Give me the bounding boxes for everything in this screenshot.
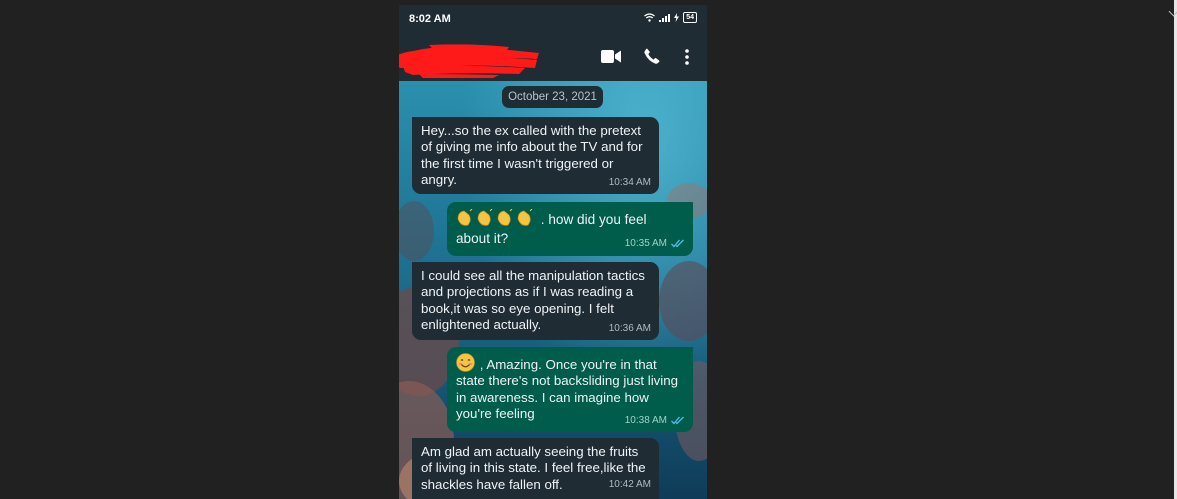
message-meta: 10:38 AM — [625, 413, 685, 429]
message-time: 10:38 AM — [624, 414, 667, 426]
contact-name-redaction — [399, 44, 539, 78]
video-call-icon[interactable] — [601, 50, 621, 63]
message-bubble-outgoing[interactable]: . how did you feel about it? 10:35 AM — [447, 202, 693, 256]
phone-call-icon[interactable] — [644, 48, 660, 64]
battery-icon: 54 — [683, 12, 697, 23]
status-icons: 54 — [644, 12, 697, 23]
clapping-hands-icon — [456, 209, 541, 227]
signal-icon — [659, 13, 671, 22]
message-time: 10:35 AM — [624, 238, 667, 249]
smiling-face-icon — [456, 353, 480, 372]
status-bar: 8:02 AM 54 — [399, 5, 707, 33]
message-meta: 10:42 AM — [609, 477, 651, 493]
wifi-icon — [644, 13, 656, 22]
message-time: 10:36 AM — [608, 322, 651, 334]
message-bubble-incoming[interactable]: Am glad am actually seeing the fruits of… — [412, 438, 659, 499]
message-bubble-incoming[interactable]: Hey...so the ex called with the pretext … — [412, 117, 659, 194]
status-time: 8:02 AM — [409, 13, 451, 25]
message-text: , Amazing. Once you're in that state the… — [456, 357, 679, 421]
message-bubble-incoming[interactable]: I could see all the manipulation tactics… — [412, 262, 659, 340]
message-meta: 10:35 AM — [625, 234, 685, 253]
date-chip: October 23, 2021 — [502, 86, 603, 108]
double-check-icon — [671, 416, 684, 425]
phone-screen: 8:02 AM 54 ← — [399, 5, 707, 499]
message-meta: 10:34 AM — [609, 175, 651, 191]
message-bubble-outgoing[interactable]: , Amazing. Once you're in that state the… — [447, 347, 693, 432]
message-meta: 10:36 AM — [609, 321, 651, 337]
message-time: 10:34 AM — [608, 176, 651, 188]
more-options-icon[interactable] — [685, 49, 689, 65]
message-time: 10:42 AM — [608, 478, 651, 490]
charging-icon — [674, 13, 680, 22]
chat-header: ← — [399, 33, 707, 81]
double-check-icon — [671, 239, 684, 248]
